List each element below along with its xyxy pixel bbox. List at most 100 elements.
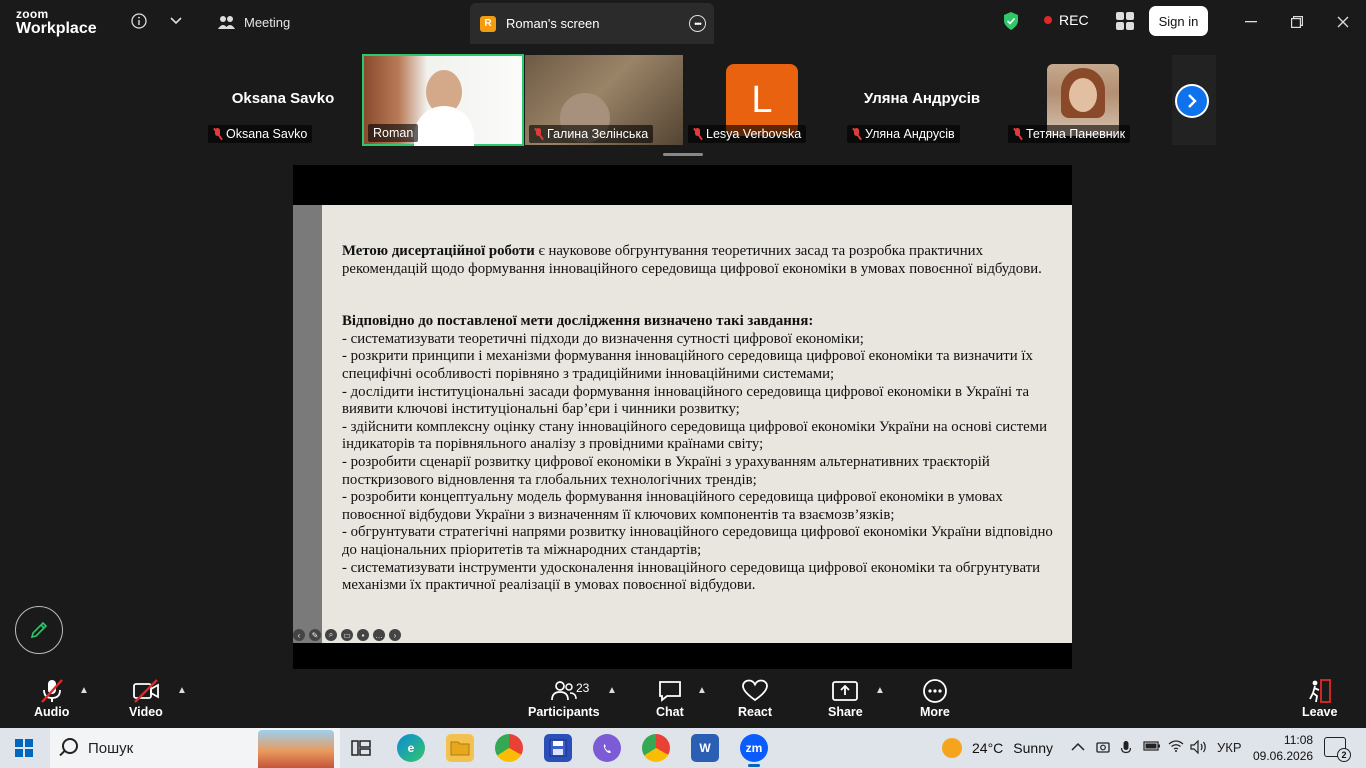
slide-sidebar <box>293 205 322 643</box>
audio-options-chevron-icon[interactable]: ▲ <box>79 685 89 696</box>
chrome-icon[interactable] <box>495 734 523 762</box>
search-icon <box>62 738 78 754</box>
participant-tile[interactable]: L Lesya Verbovska <box>684 55 842 145</box>
input-language[interactable]: УКР <box>1217 740 1242 755</box>
camera-tray-icon[interactable] <box>1096 740 1110 757</box>
slide-goal-bold: Метою дисертаційної роботи <box>342 243 535 259</box>
chat-bubble-icon <box>657 677 683 705</box>
word-icon[interactable]: W <box>691 734 719 762</box>
apps-grid-icon[interactable] <box>1116 12 1134 30</box>
save-floppy-icon[interactable] <box>544 734 572 762</box>
tab-shared-screen[interactable]: R Roman's screen ••• <box>470 3 714 44</box>
file-explorer-icon[interactable] <box>446 734 474 762</box>
heart-icon <box>741 677 769 705</box>
participants-options-chevron-icon[interactable]: ▲ <box>607 685 617 696</box>
slide-task-item: - обгрунтувати стратегічні напрями розви… <box>342 524 1053 558</box>
weather-description: Sunny <box>1013 740 1053 756</box>
volume-icon[interactable] <box>1190 739 1208 757</box>
mic-muted-icon <box>693 128 702 140</box>
weather-widget[interactable]: 24°C Sunny <box>942 728 1053 768</box>
logo-line2: Workplace <box>16 20 97 37</box>
battery-icon[interactable] <box>1143 740 1161 755</box>
participant-name: Галина Зелінська <box>547 127 649 141</box>
pencil-icon <box>30 621 48 639</box>
share-options-chevron-icon[interactable]: ▲ <box>875 685 885 696</box>
wifi-icon[interactable] <box>1168 740 1184 755</box>
mic-muted-icon <box>39 677 65 705</box>
chrome-profile-icon[interactable] <box>642 734 670 762</box>
participant-name: Oksana Savko <box>226 127 308 141</box>
tab-shared-screen-label: Roman's screen <box>506 16 600 31</box>
audio-button[interactable]: Audio <box>34 677 69 719</box>
chat-options-chevron-icon[interactable]: ▲ <box>697 685 707 696</box>
microphone-tray-icon[interactable] <box>1120 740 1132 759</box>
leave-door-icon <box>1307 677 1333 705</box>
participant-tile-active-speaker[interactable]: Roman <box>362 54 524 146</box>
tab-meeting[interactable]: Meeting <box>218 0 290 44</box>
restore-icon[interactable] <box>1283 8 1311 36</box>
video-shirt <box>414 106 474 146</box>
presentation-slide: Метою дисертаційної роботи є науковове о… <box>293 205 1072 643</box>
gallery-next-page-button[interactable] <box>1175 84 1209 118</box>
video-button[interactable]: Video <box>129 677 163 719</box>
next-slide-icon[interactable]: › <box>389 629 401 641</box>
participant-name: Тетяна Паневник <box>1026 127 1126 141</box>
logo-line1: zoom <box>16 7 49 21</box>
people-icon <box>218 16 235 29</box>
edge-browser-icon[interactable]: e <box>397 734 425 762</box>
more-dots-icon <box>922 677 948 705</box>
share-label: Share <box>828 705 863 719</box>
info-icon[interactable] <box>128 10 150 32</box>
more-options-icon[interactable]: ••• <box>689 15 706 32</box>
slide-task-item: - здійснити комплексну оцінку стану інно… <box>342 418 1048 453</box>
sign-in-button[interactable]: Sign in <box>1149 6 1208 36</box>
participants-icon <box>550 677 577 705</box>
shared-screen-view[interactable]: Метою дисертаційної роботи є науковове о… <box>293 165 1072 669</box>
slide-tasks-heading: Відповідно до поставленої мети досліджен… <box>342 313 1060 331</box>
camera-off-icon <box>132 677 160 705</box>
annotate-pencil-button[interactable] <box>15 606 63 654</box>
chat-label: Chat <box>656 705 684 719</box>
minimize-icon[interactable] <box>1237 8 1265 36</box>
windows-start-icon[interactable] <box>15 739 33 757</box>
leave-button[interactable]: Leave <box>1302 677 1337 719</box>
close-icon[interactable] <box>1329 8 1357 36</box>
more-label: More <box>920 705 950 719</box>
subtitles-icon[interactable]: ▭ <box>341 629 353 641</box>
weather-temperature: 24°C <box>972 740 1004 756</box>
participant-tile[interactable]: Тетяна Паневник <box>1004 55 1162 145</box>
clock-date: 09.06.2026 <box>1253 749 1314 763</box>
participant-tile[interactable]: Уляна Андрусів Уляна Андрусів <box>843 55 1001 145</box>
chat-button[interactable]: Chat <box>656 677 684 719</box>
search-highlight-image <box>258 730 334 768</box>
participant-tile[interactable]: Галина Зелінська <box>525 55 683 145</box>
notifications-icon[interactable]: 2 <box>1324 737 1351 762</box>
tray-overflow-chevron-icon[interactable] <box>1071 740 1085 755</box>
zoom-icon[interactable]: ⌕ <box>325 629 337 641</box>
windows-taskbar: Пошук e W zm 24°C Sunny УКР 11:08 09.06.… <box>0 728 1366 768</box>
viber-icon[interactable] <box>593 734 621 762</box>
camera-icon[interactable]: ▪ <box>357 629 369 641</box>
zoom-app-icon[interactable]: zm <box>740 734 768 767</box>
slide-task-item: - систематизувати інструменти удосконале… <box>342 559 1041 594</box>
participant-label: Oksana Savko <box>208 125 313 143</box>
task-view-icon[interactable] <box>347 734 375 762</box>
more-button[interactable]: More <box>920 677 950 719</box>
encryption-shield-icon[interactable] <box>1002 11 1020 31</box>
video-options-chevron-icon[interactable]: ▲ <box>177 685 187 696</box>
react-button[interactable]: React <box>738 677 772 719</box>
notification-count-badge: 2 <box>1337 748 1351 762</box>
share-button[interactable]: Share <box>828 677 863 719</box>
more-icon[interactable]: … <box>373 629 385 641</box>
zoom-logo: zoom Workplace <box>16 8 97 37</box>
chevron-down-icon[interactable] <box>165 10 187 32</box>
participant-tile[interactable]: Oksana Savko Oksana Savko <box>204 55 362 145</box>
recording-indicator[interactable]: REC <box>1044 12 1089 28</box>
gallery-resize-handle[interactable] <box>663 153 703 156</box>
pen-icon[interactable]: ✎ <box>309 629 321 641</box>
participant-label: Lesya Verbovska <box>688 125 807 143</box>
taskbar-clock[interactable]: 11:08 09.06.2026 <box>1253 732 1313 764</box>
participant-display-name: Уляна Андрусів <box>863 90 981 107</box>
video-label: Video <box>129 705 163 719</box>
prev-slide-icon[interactable]: ‹ <box>293 629 305 641</box>
